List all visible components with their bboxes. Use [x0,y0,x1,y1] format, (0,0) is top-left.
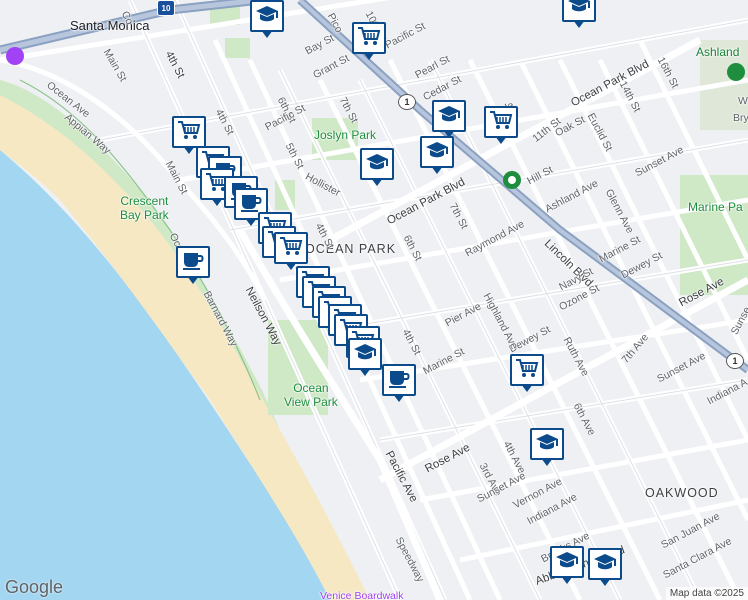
ca1-shield: 1 [398,94,416,110]
marker-pin [382,364,416,396]
school-marker[interactable] [550,546,584,586]
cafe-marker[interactable] [382,364,416,404]
grocery-marker[interactable] [484,106,518,146]
place-label-santa-monica: Santa Monica [70,18,150,33]
map-base [0,0,748,600]
marker-pin [550,546,584,578]
marker-pin [176,246,210,278]
marker-pin [274,232,308,264]
marker-pin [352,22,386,54]
cafe-icon [387,367,411,394]
marker-pin [172,116,206,148]
grocery-icon [357,25,381,52]
school-icon [425,139,449,166]
marker-pin [588,548,622,580]
marker-tip [245,218,257,226]
marker-tip [359,368,371,376]
marker-pin [432,100,466,132]
poi-label-bry: Bry [733,112,748,124]
school-marker[interactable] [588,548,622,588]
school-marker[interactable] [420,136,454,176]
marker-tip [431,166,443,174]
school-marker[interactable] [432,100,466,140]
poi-label-ashland: Ashland [696,45,740,59]
grocery-icon [177,119,201,146]
place-label-oakwood: OAKWOOD [645,486,719,500]
school-marker[interactable] [250,0,284,40]
marker-tip [393,394,405,402]
school-marker[interactable] [530,428,564,468]
school-icon [567,0,591,20]
place-label-venice-boardwalk: Venice Boardwalk [320,590,404,600]
school-icon [555,549,579,576]
grocery-icon [489,109,513,136]
grocery-marker[interactable] [352,22,386,62]
marker-tip [495,136,507,144]
place-label-marine-park: Marine Pa [688,200,743,214]
school-marker[interactable] [562,0,596,30]
marker-tip [363,52,375,60]
marker-pin [484,106,518,138]
marker-tip [183,146,195,154]
google-logo: Google [5,577,64,597]
school-icon [365,151,389,178]
school-icon [255,3,279,30]
marker-tip [261,30,273,38]
park-label-crescent-bay: Crescent Bay Park [120,194,169,222]
marker-pin [250,0,284,32]
cafe-icon [181,249,205,276]
poi-label-w: W [738,95,748,107]
map-canvas[interactable]: Santa Monica OCEAN PARK OAKWOOD Marine P… [0,0,748,600]
place-label-ocean-park: OCEAN PARK [305,242,397,256]
marker-tip [211,198,223,206]
map-attribution[interactable]: Map data ©2025 [665,587,748,600]
grocery-icon [279,235,303,262]
park-label-joslyn: Joslyn Park [314,128,377,142]
school-icon [593,551,617,578]
marker-pin [530,428,564,460]
marker-pin [420,136,454,168]
i10-shield: 10 [157,0,175,16]
marker-tip [599,578,611,586]
marker-pin [360,148,394,180]
marker-tip [573,20,585,28]
ca1-shield-right: 1 [726,353,744,369]
park-label-ocean-view: Ocean View Park [284,381,338,409]
marker-tip [561,576,573,584]
marker-pin [348,338,382,370]
cafe-marker[interactable] [176,246,210,286]
school-icon [353,341,377,368]
school-marker[interactable] [348,338,382,378]
marker-pin [510,354,544,386]
marker-tip [371,178,383,186]
school-icon [437,103,461,130]
school-icon [535,431,559,458]
marker-tip [521,384,533,392]
grocery-icon [515,357,539,384]
grocery-marker[interactable] [510,354,544,394]
marker-tip [187,276,199,284]
marker-pin [562,0,596,22]
school-marker[interactable] [360,148,394,188]
marker-tip [541,458,553,466]
